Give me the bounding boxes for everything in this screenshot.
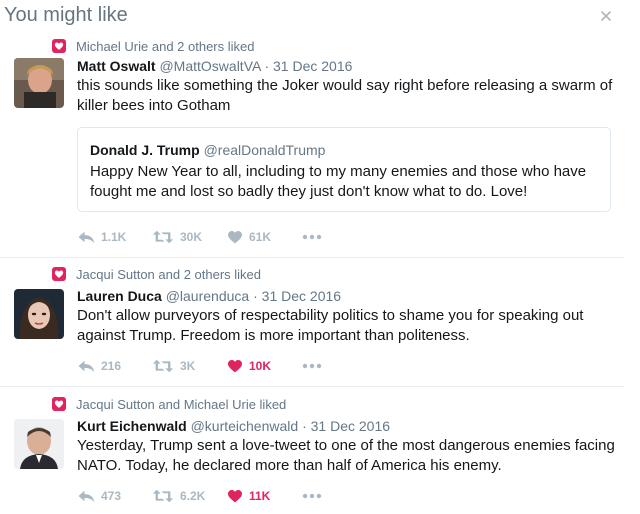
retweet-button[interactable]: 3K (152, 359, 227, 373)
more-icon (302, 493, 322, 499)
tweet-header: Matt Oswalt @MattOswaltVA · 31 Dec 2016 (77, 58, 352, 74)
tweet-2[interactable]: Jacqui Sutton and 2 others liked Lauren … (0, 258, 640, 386)
tweet-date[interactable]: 31 Dec 2016 (273, 58, 352, 74)
liked-heart-icon (52, 267, 66, 281)
separator: · (302, 418, 307, 434)
tweet-actions: 1.1K 30K 61K (77, 227, 322, 247)
retweet-icon (152, 230, 174, 244)
like-count: 11K (249, 489, 271, 503)
author-handle[interactable]: @laurenduca (166, 288, 250, 304)
more-icon (302, 234, 322, 240)
like-button[interactable]: 10K (227, 359, 302, 373)
separator: · (253, 288, 258, 304)
tweet-text: this sounds like something the Joker wou… (77, 77, 613, 114)
author-name[interactable]: Matt Oswalt (77, 58, 156, 74)
tweet-text: Don't allow purveyors of respectability … (77, 307, 584, 344)
retweet-count: 6.2K (180, 489, 206, 503)
quoted-tweet[interactable]: Donald J. Trump @realDonaldTrump Happy N… (77, 127, 611, 212)
quoted-author-handle: @realDonaldTrump (203, 142, 326, 158)
reply-count: 1.1K (101, 230, 127, 244)
liked-heart-icon (52, 39, 66, 53)
reply-count: 473 (101, 489, 122, 503)
liked-heart-icon (52, 397, 66, 411)
social-context-text: Michael Urie and 2 others liked (76, 38, 255, 54)
like-button[interactable]: 11K (227, 489, 302, 503)
author-name[interactable]: Kurt Eichenwald (77, 418, 187, 434)
tweet-date[interactable]: 31 Dec 2016 (311, 418, 390, 434)
social-context: Michael Urie and 2 others liked (52, 38, 254, 54)
social-context: Jacqui Sutton and Michael Urie liked (52, 396, 286, 412)
social-context: Jacqui Sutton and 2 others liked (52, 266, 261, 282)
more-button[interactable] (302, 493, 322, 499)
like-count: 10K (249, 359, 272, 373)
avatar[interactable] (14, 289, 64, 339)
tweet-header: Kurt Eichenwald @kurteichenwald · 31 Dec… (77, 418, 390, 434)
retweet-count: 3K (180, 359, 196, 373)
reply-count: 216 (101, 359, 122, 373)
tweet-header: Lauren Duca @laurenduca · 31 Dec 2016 (77, 288, 341, 304)
reply-button[interactable]: 1.1K (77, 230, 152, 244)
more-icon (302, 363, 322, 369)
author-handle[interactable]: @MattOswaltVA (159, 58, 260, 74)
separator: · (264, 58, 270, 74)
author-name[interactable]: Lauren Duca (77, 288, 162, 304)
retweet-icon (152, 489, 174, 503)
avatar[interactable] (14, 58, 64, 108)
heart-icon (228, 489, 242, 503)
author-handle[interactable]: @kurteichenwald (191, 418, 299, 434)
reply-icon (78, 360, 95, 372)
like-button[interactable]: 61K (227, 230, 302, 244)
reply-icon (78, 231, 95, 243)
tweet-3[interactable]: Jacqui Sutton and Michael Urie liked Kur… (0, 387, 640, 514)
reply-button[interactable]: 473 (77, 489, 152, 503)
quoted-tweet-header: Donald J. Trump @realDonaldTrump (90, 142, 325, 158)
avatar[interactable] (14, 419, 64, 469)
quoted-author-name: Donald J. Trump (90, 142, 200, 158)
more-button[interactable] (302, 234, 322, 240)
tweet-actions: 216 3K 10K (77, 356, 322, 376)
social-context-text: Jacqui Sutton and Michael Urie liked (76, 396, 287, 412)
retweet-icon (152, 359, 174, 373)
heart-icon (228, 359, 242, 373)
quoted-tweet-text: Happy New Year to all, including to my m… (90, 163, 587, 200)
tweet-date[interactable]: 31 Dec 2016 (262, 288, 341, 304)
heart-icon (228, 230, 242, 244)
retweet-count: 30K (180, 230, 203, 244)
retweet-button[interactable]: 30K (152, 230, 227, 244)
retweet-button[interactable]: 6.2K (152, 489, 227, 503)
like-count: 61K (249, 230, 272, 244)
more-button[interactable] (302, 363, 322, 369)
social-context-text: Jacqui Sutton and 2 others liked (76, 266, 262, 282)
tweet-actions: 473 6.2K 11K (77, 486, 322, 506)
tweet-1[interactable]: Michael Urie and 2 others liked Matt Osw… (0, 0, 640, 258)
reply-button[interactable]: 216 (77, 359, 152, 373)
reply-icon (78, 490, 95, 502)
tweet-text: Yesterday, Trump sent a love-tweet to on… (77, 437, 615, 474)
